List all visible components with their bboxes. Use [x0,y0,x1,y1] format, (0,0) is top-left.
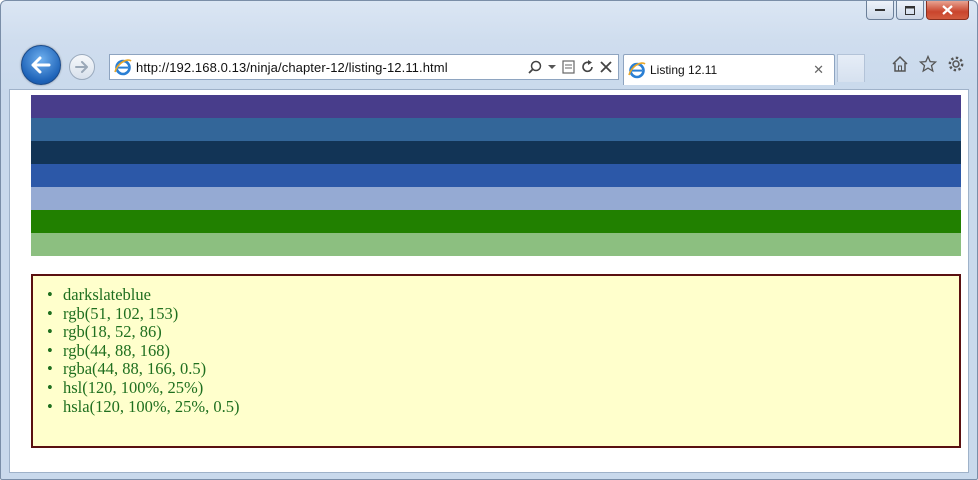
stripe-6 [31,210,961,233]
color-list-box: darkslatebluergb(51, 102, 153)rgb(18, 52… [31,274,961,448]
color-list: darkslatebluergb(51, 102, 153)rgb(18, 52… [33,276,959,416]
settings-gear-icon[interactable] [947,55,965,73]
close-window-button[interactable] [926,1,969,20]
ie-logo-icon [114,59,132,76]
list-item: rgb(51, 102, 153) [47,304,959,324]
address-bar-icons [528,60,612,74]
stripe-1 [31,95,961,118]
compatibility-view-icon[interactable] [562,60,575,74]
new-tab-button[interactable] [837,54,865,82]
color-stripes [31,95,961,256]
stripe-3 [31,141,961,164]
list-item: rgb(18, 52, 86) [47,323,959,342]
stop-icon[interactable] [600,61,612,73]
search-icon[interactable] [528,60,542,74]
tab-close-icon[interactable]: ✕ [813,63,824,78]
forward-button[interactable] [69,54,95,80]
tab-ie-icon [628,62,646,79]
list-item: hsla(120, 100%, 25%, 0.5) [47,397,959,417]
tab-listing-12-11[interactable]: Listing 12.11 ✕ [623,54,835,85]
navigation-bar: http://192.168.0.13/ninja/chapter-12/lis… [1,45,977,85]
stripe-2 [31,118,961,141]
dropdown-icon[interactable] [548,64,556,70]
list-item: rgb(44, 88, 168) [47,341,959,361]
stripe-5 [31,187,961,210]
forward-arrow-icon [75,61,88,73]
back-arrow-icon [31,56,51,74]
favorites-star-icon[interactable] [919,55,937,73]
toolbar-icons [891,55,965,73]
list-item: darkslateblue [47,285,959,305]
home-icon[interactable] [891,55,909,73]
minimize-button[interactable] [866,1,894,20]
tab-title: Listing 12.11 [650,63,718,77]
address-url[interactable]: http://192.168.0.13/ninja/chapter-12/lis… [136,60,528,75]
refresh-icon[interactable] [581,60,594,74]
page-content: darkslatebluergb(51, 102, 153)rgb(18, 52… [9,89,969,473]
stripe-7 [31,233,961,256]
maximize-button[interactable] [896,1,924,20]
address-bar[interactable]: http://192.168.0.13/ninja/chapter-12/lis… [109,54,619,80]
back-button[interactable] [21,45,61,85]
browser-window: http://192.168.0.13/ninja/chapter-12/lis… [0,0,978,480]
list-item: rgba(44, 88, 166, 0.5) [47,360,959,379]
stripe-4 [31,164,961,187]
window-caption-buttons [866,1,969,20]
list-item: hsl(120, 100%, 25%) [47,378,959,398]
